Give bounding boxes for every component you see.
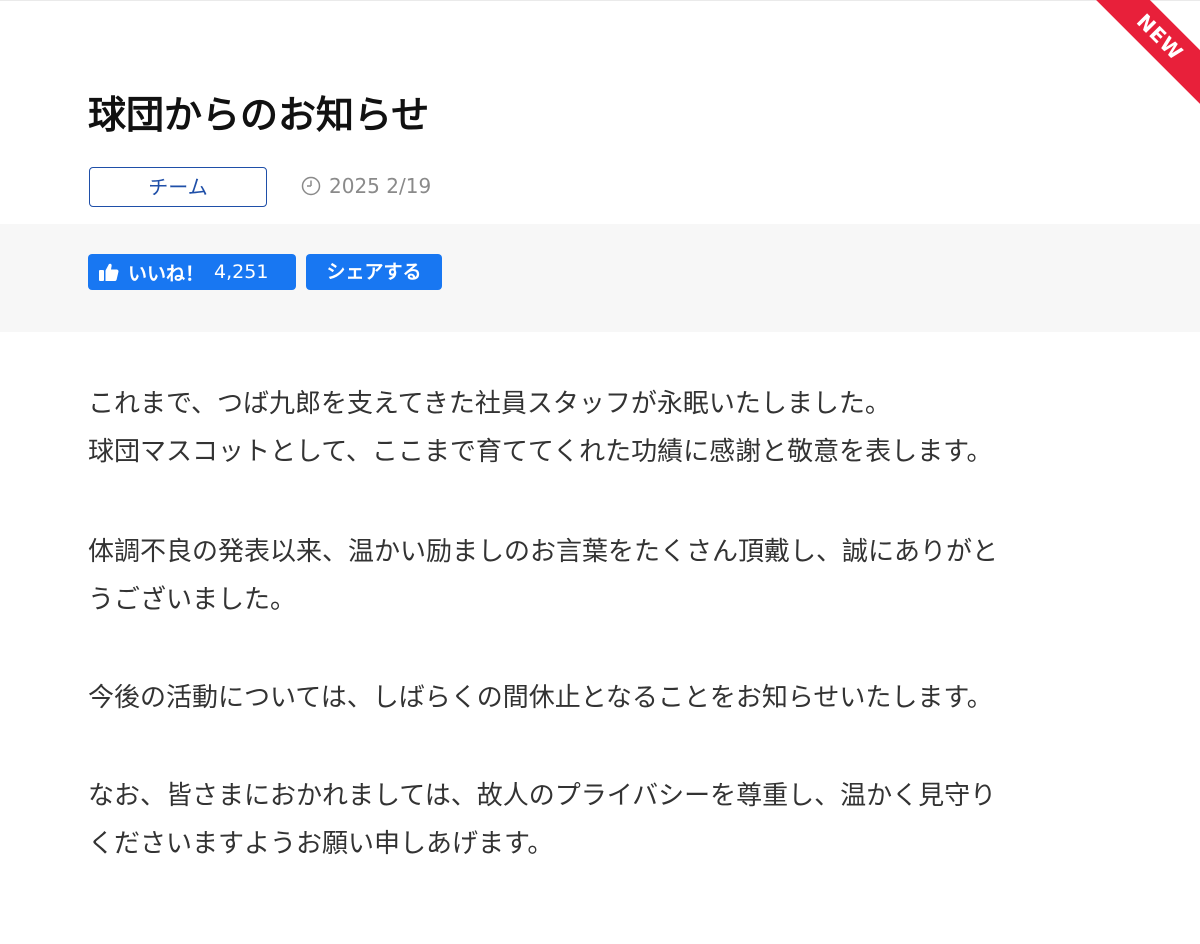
category-tag-button[interactable]: チーム: [89, 167, 267, 207]
article-text-line: これまで、つば九郎を支えてきた社員スタッフが永眠いたしました。: [88, 389, 891, 419]
thumbs-up-icon: [98, 261, 120, 283]
post-date: 2025 2/19: [301, 172, 431, 200]
article-paragraph: 今後の活動については、しばらくの間休止となることをお知らせいたします。: [88, 674, 1128, 722]
article-text-line: なお、皆さまにおかれましては、故人のプライバシーを尊重し、温かく見守り: [88, 781, 997, 811]
post-date-text: 2025 2/19: [329, 174, 432, 198]
new-badge: NEW: [1090, 0, 1200, 110]
page-title: 球団からのお知らせ: [88, 93, 430, 137]
article-text-line: 今後の活動については、しばらくの間休止となることをお知らせいたします。: [88, 683, 993, 713]
top-divider: [0, 0, 1200, 1]
article-paragraph: これまで、つば九郎を支えてきた社員スタッフが永眠いたしました。 球団マスコットと…: [88, 380, 1128, 476]
article-paragraph: 体調不良の発表以来、温かい励ましのお言葉をたくさん頂戴し、誠にありがと うござい…: [88, 528, 1128, 624]
like-count: 4,251: [214, 261, 269, 283]
article-text-line: うございました。: [88, 585, 297, 615]
like-label: いいね！: [128, 262, 205, 285]
facebook-like-button[interactable]: いいね！ 4,251: [88, 254, 296, 290]
article-text-line: 体調不良の発表以来、温かい励ましのお言葉をたくさん頂戴し、誠にありがと: [88, 537, 999, 567]
new-badge-label: NEW: [1090, 0, 1200, 110]
article-text-line: 球団マスコットとして、ここまで育ててくれた功績に感謝と敬意を表します。: [88, 437, 993, 467]
article-text-line: くださいますようお願い申しあげます。: [88, 829, 554, 859]
clock-icon: [301, 176, 321, 196]
article-body: これまで、つば九郎を支えてきた社員スタッフが永眠いたしました。 球団マスコットと…: [88, 380, 1128, 918]
article-paragraph: なお、皆さまにおかれましては、故人のプライバシーを尊重し、温かく見守り ください…: [88, 772, 1128, 868]
facebook-share-button[interactable]: シェアする: [306, 254, 442, 290]
